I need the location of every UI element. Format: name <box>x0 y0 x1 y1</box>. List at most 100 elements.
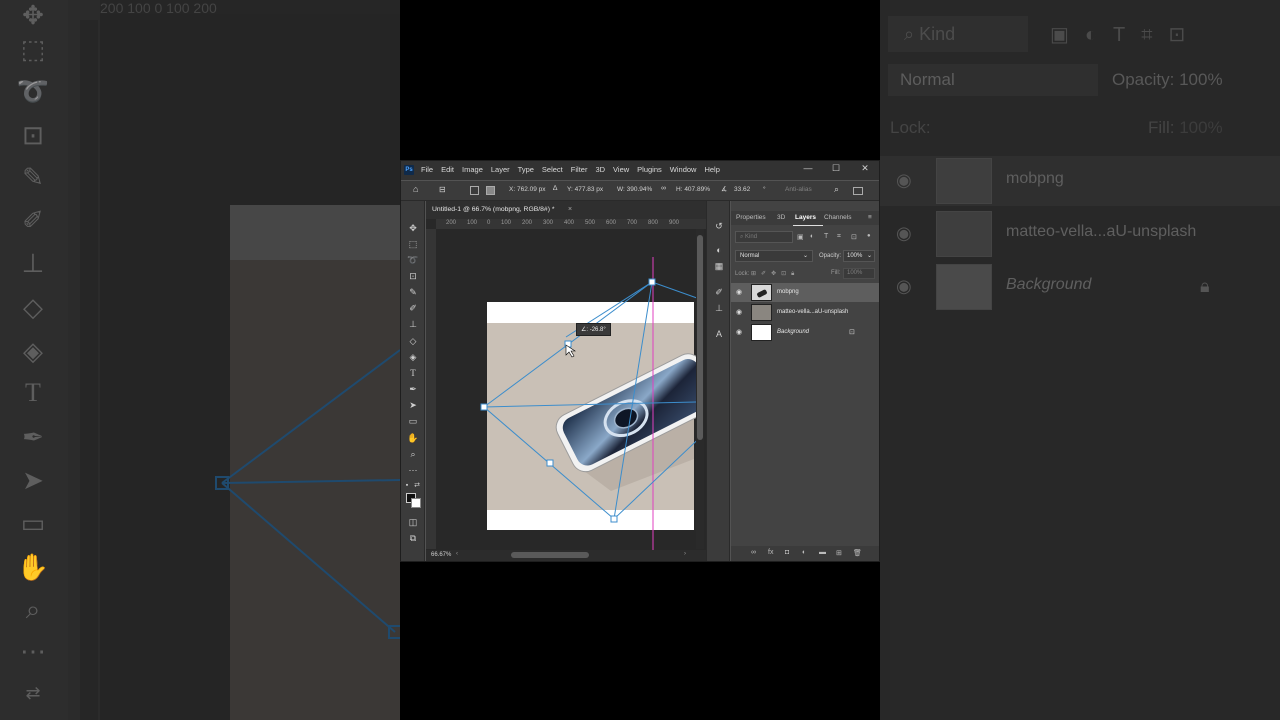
toolbar: ✥ ⬚ ➰ ⊡ ✎ ✐ ⊥ ◇ ◈ T ✒ ➤ ▭ ✋ ⌕ ⋯ ▪ ⇄ ◫ ⧉ <box>401 201 425 561</box>
filter-toggle-icon[interactable]: ● <box>867 233 871 239</box>
menu-bar: File Edit Image Layer Type Select Filter… <box>421 165 728 174</box>
layer-row-mobpng[interactable]: ◉ mobpng <box>731 283 879 302</box>
eraser-tool-icon[interactable]: ◇ <box>405 334 421 348</box>
pen-tool-icon[interactable]: ✒ <box>405 382 421 396</box>
stamp-tool-icon[interactable]: ⊥ <box>405 317 421 331</box>
delete-layer-icon[interactable]: 🗑︎ <box>853 549 862 557</box>
history-icon[interactable]: ↺ <box>712 219 726 233</box>
maximize-button[interactable]: ☐ <box>829 163 843 174</box>
color-icon[interactable]: ◐ <box>712 243 726 257</box>
filter-pixel-icon[interactable]: ▣ <box>797 233 804 241</box>
quick-mask-icon[interactable]: ◫ <box>405 515 421 529</box>
antialias-checkbox[interactable]: Anti-alias <box>785 186 812 193</box>
status-bar: 66.67% ‹ › <box>426 550 706 561</box>
rectangle-tool-icon[interactable]: ▭ <box>405 414 421 428</box>
layer-name: mobpng <box>777 289 799 295</box>
default-colors-icon[interactable]: ▪ <box>403 479 411 493</box>
filter-smart-object-icon[interactable]: ⊡ <box>851 233 857 241</box>
type-tool-icon[interactable]: T <box>405 366 421 380</box>
filter-type-icon[interactable]: T <box>824 233 828 240</box>
menu-filter[interactable]: Filter <box>571 165 588 174</box>
zoom-level[interactable]: 66.67% <box>431 552 451 558</box>
layer-row-background[interactable]: ◉ Background ⊡ <box>731 323 879 342</box>
menu-edit[interactable]: Edit <box>441 165 454 174</box>
tab-properties[interactable]: Properties <box>736 214 766 221</box>
clone-source-icon[interactable]: ⊥ <box>712 301 726 315</box>
photoshop-logo: Ps <box>404 165 414 175</box>
brush-settings-icon[interactable]: ✐ <box>712 285 726 299</box>
eye-icon[interactable]: ◉ <box>736 308 742 316</box>
path-select-tool-icon[interactable]: ➤ <box>405 398 421 412</box>
vertical-scrollbar[interactable] <box>696 229 704 549</box>
transform-tool-icon[interactable]: ⊟ <box>439 185 446 194</box>
new-layer-icon[interactable]: ⊞ <box>836 549 842 557</box>
search-icon[interactable]: ⌕ <box>834 184 839 195</box>
eye-icon[interactable]: ◉ <box>736 328 742 336</box>
tab-channels[interactable]: Channels <box>824 214 851 221</box>
layer-row-photo[interactable]: ◉ matteo-vella...aU-unsplash <box>731 303 879 322</box>
panel-menu-icon[interactable]: ≡ <box>868 214 872 221</box>
move-tool-icon[interactable]: ✥ <box>405 221 421 235</box>
menu-plugins[interactable]: Plugins <box>637 165 662 174</box>
vertical-scroll-thumb[interactable] <box>697 235 703 440</box>
minimize-button[interactable]: — <box>801 163 815 173</box>
swatches-icon[interactable]: ▦ <box>712 259 726 273</box>
menu-view[interactable]: View <box>613 165 629 174</box>
menu-image[interactable]: Image <box>462 165 483 174</box>
character-icon[interactable]: A <box>712 327 726 341</box>
reference-point-icon[interactable] <box>486 186 495 195</box>
x-field[interactable]: X: 762.09 px <box>509 186 546 193</box>
menu-select[interactable]: Select <box>542 165 563 174</box>
add-mask-icon[interactable]: ◘ <box>785 549 789 556</box>
y-field[interactable]: Y: 477.83 px <box>567 186 603 193</box>
adjustment-layer-icon[interactable]: ◐ <box>802 549 806 556</box>
tab-3d[interactable]: 3D <box>777 214 785 221</box>
marquee-tool-icon[interactable]: ⬚ <box>405 237 421 251</box>
canvas-artwork[interactable] <box>436 229 696 551</box>
document-tab[interactable]: Untitled-1 @ 66.7% (mobpng, RGB/8#) * × <box>426 201 706 219</box>
eyedropper-tool-icon[interactable]: ✎ <box>405 285 421 299</box>
reference-point-checkbox[interactable] <box>470 186 479 195</box>
screen-mode-icon[interactable]: ⧉ <box>405 531 421 545</box>
fill-field[interactable]: 100% <box>843 268 875 279</box>
eye-icon[interactable]: ◉ <box>736 288 742 296</box>
menu-file[interactable]: File <box>421 165 433 174</box>
document-tab-close-icon[interactable]: × <box>568 206 572 213</box>
filter-shape-icon[interactable]: ⌗ <box>837 233 841 241</box>
link-layers-icon[interactable]: ∞ <box>751 549 756 556</box>
w-field[interactable]: W: 390.94% <box>617 186 652 193</box>
h-field[interactable]: H: 407.89% <box>676 186 710 193</box>
opacity-field[interactable]: 100% ⌄ <box>843 250 875 262</box>
menu-3d[interactable]: 3D <box>595 165 605 174</box>
close-button[interactable]: ✕ <box>858 163 872 174</box>
more-tools-icon[interactable]: ⋯ <box>405 463 421 477</box>
layers-footer: ∞ fx ◘ ◐ ▬ ⊞ 🗑︎ <box>731 546 879 561</box>
blend-mode-select[interactable]: Normal ⌄ <box>735 250 813 262</box>
background-color-swatch[interactable] <box>411 498 421 508</box>
swap-colors-icon[interactable]: ⇄ <box>413 479 421 493</box>
menu-help[interactable]: Help <box>704 165 719 174</box>
bucket-tool-icon[interactable]: ◈ <box>405 350 421 364</box>
scroll-right-icon[interactable]: › <box>684 551 686 557</box>
filter-adjustment-icon[interactable]: ◐ <box>810 233 814 240</box>
home-icon[interactable]: ⌂ <box>413 184 418 194</box>
new-group-icon[interactable]: ▬ <box>819 549 826 556</box>
tab-layers[interactable]: Layers <box>795 214 816 221</box>
layer-filter-search[interactable]: ⌕ Kind <box>735 231 793 243</box>
angle-field[interactable]: 33.62 <box>734 186 750 193</box>
brush-tool-icon[interactable]: ✐ <box>405 301 421 315</box>
fx-icon[interactable]: fx <box>768 549 773 556</box>
menu-type[interactable]: Type <box>518 165 534 174</box>
menu-window[interactable]: Window <box>670 165 697 174</box>
canvas-viewport[interactable]: ∠: -26.8° <box>436 229 696 551</box>
horizontal-scroll-thumb[interactable] <box>511 552 589 558</box>
scroll-left-icon[interactable]: ‹ <box>456 551 458 557</box>
link-icon[interactable]: ∞ <box>661 185 666 192</box>
zoom-tool-icon[interactable]: ⌕ <box>405 447 421 461</box>
menu-layer[interactable]: Layer <box>491 165 510 174</box>
lock-icon: 🔒︎ <box>1200 276 1210 296</box>
workspace-icon[interactable] <box>853 187 863 195</box>
object-select-tool-icon[interactable]: ⊡ <box>405 269 421 283</box>
lasso-tool-icon[interactable]: ➰ <box>405 253 421 267</box>
hand-tool-icon[interactable]: ✋ <box>405 431 421 445</box>
